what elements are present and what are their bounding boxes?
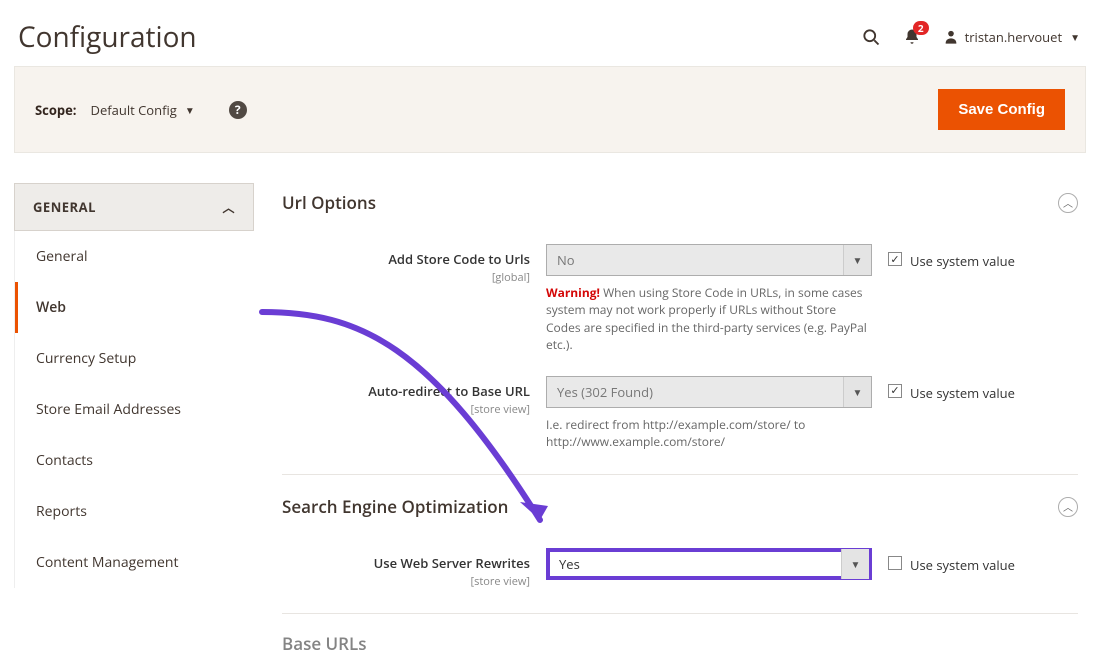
- chevron-down-icon: ▼: [185, 103, 195, 117]
- sidebar-item-reports[interactable]: Reports: [15, 486, 254, 537]
- scope-selector[interactable]: Default Config ▼: [91, 101, 195, 119]
- scope-bar: Scope: Default Config ▼ ? Save Config: [14, 66, 1086, 153]
- save-config-button[interactable]: Save Config: [938, 89, 1065, 130]
- field-label-web-rewrites: Use Web Server Rewrites: [282, 554, 530, 572]
- field-scope: [global]: [282, 270, 530, 285]
- sidebar-item-general[interactable]: General: [15, 231, 254, 282]
- search-icon[interactable]: [861, 27, 881, 47]
- scope-value: Default Config: [91, 101, 177, 119]
- sidebar-item-contacts[interactable]: Contacts: [15, 435, 254, 486]
- field-help-auto-redirect: I.e. redirect from http://example.com/st…: [546, 416, 872, 451]
- notifications-badge: 2: [913, 21, 929, 35]
- chevron-up-icon: ︿: [222, 199, 235, 216]
- page-title: Configuration: [18, 18, 197, 56]
- select-value: Yes (302 Found): [557, 383, 653, 401]
- user-menu[interactable]: tristan.hervouet ▼: [943, 28, 1080, 46]
- field-label-auto-redirect: Auto-redirect to Base URL: [282, 382, 530, 400]
- sidebar-group-general[interactable]: GENERAL ︿: [14, 183, 254, 231]
- use-system-value-label: Use system value: [910, 384, 1015, 402]
- scope-label: Scope:: [35, 101, 77, 119]
- sidebar-item-currency-setup[interactable]: Currency Setup: [15, 333, 254, 384]
- web-rewrites-select[interactable]: Yes ▼: [546, 548, 872, 580]
- chevron-down-icon: ▼: [843, 245, 871, 275]
- help-icon[interactable]: ?: [229, 101, 247, 119]
- chevron-down-icon: ▼: [841, 549, 869, 579]
- user-icon: [943, 28, 959, 46]
- sidebar-item-web[interactable]: Web: [15, 282, 254, 333]
- select-value: No: [557, 251, 575, 269]
- sidebar-group-label: GENERAL: [33, 198, 96, 216]
- use-system-value-checkbox[interactable]: [888, 384, 902, 398]
- use-system-value-label: Use system value: [910, 252, 1015, 270]
- section-title-url-options[interactable]: Url Options: [282, 191, 376, 214]
- collapse-icon[interactable]: ︿: [1058, 193, 1078, 213]
- field-help-store-code: Warning! When using Store Code in URLs, …: [546, 284, 872, 354]
- select-value: Yes: [559, 555, 580, 573]
- notifications-icon[interactable]: 2: [903, 27, 921, 47]
- use-system-value-checkbox[interactable]: [888, 556, 902, 570]
- chevron-down-icon: ▼: [1070, 30, 1080, 44]
- use-system-value-label: Use system value: [910, 556, 1015, 574]
- field-label-store-code: Add Store Code to Urls: [282, 250, 530, 268]
- field-scope: [store view]: [282, 402, 530, 417]
- auto-redirect-select: Yes (302 Found) ▼: [546, 376, 872, 408]
- collapse-icon[interactable]: ︿: [1058, 497, 1078, 517]
- sidebar-item-content-management[interactable]: Content Management: [15, 537, 254, 588]
- chevron-down-icon: ▼: [843, 377, 871, 407]
- section-title-seo[interactable]: Search Engine Optimization: [282, 495, 508, 518]
- use-system-value-checkbox[interactable]: [888, 252, 902, 266]
- field-scope: [store view]: [282, 574, 530, 589]
- sidebar-item-store-email-addresses[interactable]: Store Email Addresses: [15, 384, 254, 435]
- store-code-select: No ▼: [546, 244, 872, 276]
- sidebar: GENERAL ︿ GeneralWebCurrency SetupStore …: [14, 183, 254, 669]
- username: tristan.hervouet: [965, 28, 1062, 46]
- section-title-base-urls[interactable]: Base URLs: [282, 632, 367, 655]
